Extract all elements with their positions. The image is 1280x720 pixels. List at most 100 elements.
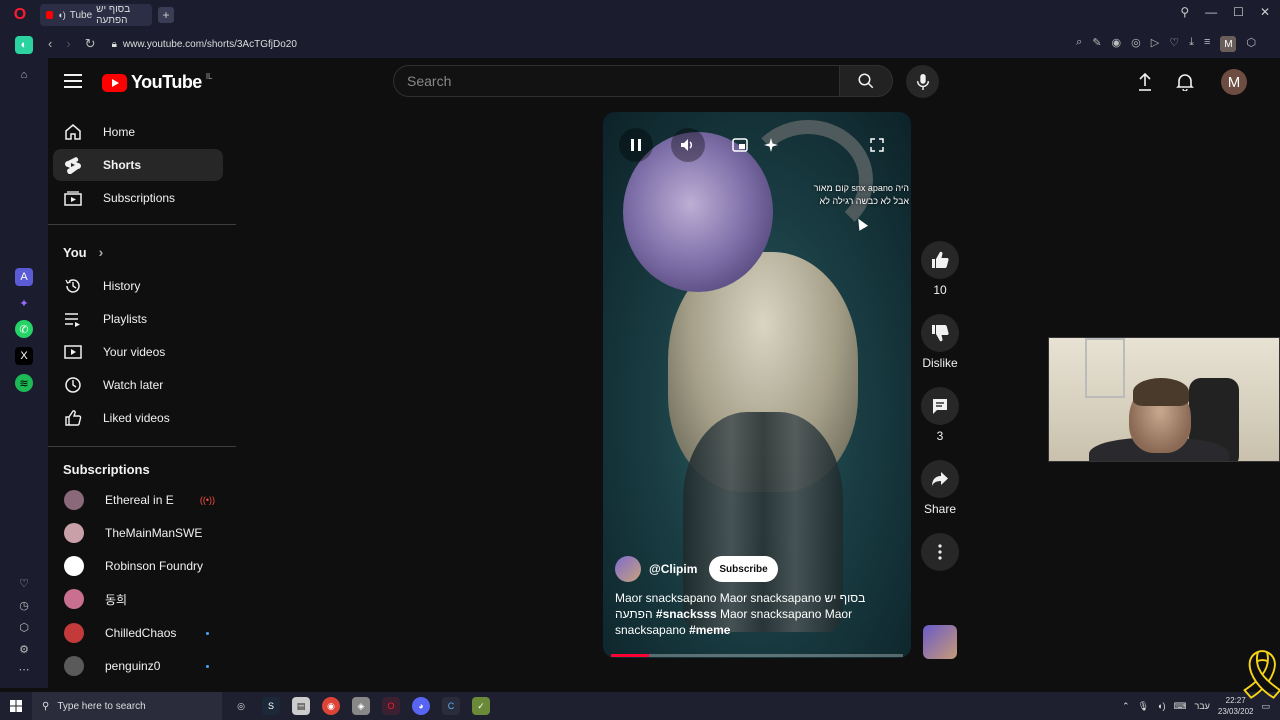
subscription-item[interactable]: Ethereal in E ((•)) — [53, 484, 223, 516]
guide-menu-icon[interactable] — [64, 72, 82, 90]
extensions-icon[interactable]: ⬡ — [1246, 36, 1256, 52]
search-tabs-icon[interactable]: ⚲ — [1180, 5, 1189, 19]
close-button[interactable]: ✕ — [1260, 5, 1270, 19]
share-button[interactable] — [921, 460, 959, 498]
discord-icon[interactable]: ◕ — [412, 697, 430, 715]
aria-ai-icon[interactable]: A — [15, 268, 33, 286]
chrome-icon[interactable]: ◉ — [322, 697, 340, 715]
maximize-button[interactable]: ☐ — [1233, 5, 1244, 19]
shorts-player[interactable]: היה snx apano קום מאור אבל לא כבשה רגילה… — [603, 112, 911, 658]
profile-avatar[interactable]: M — [1220, 36, 1237, 52]
new-tab-button[interactable]: + — [158, 7, 174, 23]
tab-audio-icon[interactable]: ◖) — [57, 10, 65, 20]
app-check-icon[interactable]: ✓ — [472, 697, 490, 715]
tray-chevron-icon[interactable]: ⌃ — [1122, 701, 1130, 712]
vpn-icon[interactable]: ◎ — [1131, 36, 1141, 52]
favorites-icon[interactable]: ♡ — [15, 574, 33, 592]
ai-sparkle-button[interactable] — [754, 128, 788, 162]
whatsapp-icon[interactable]: ✆ — [15, 320, 33, 338]
history-clock-icon[interactable]: ◷ — [15, 596, 33, 614]
spotify-icon[interactable]: ≋ — [15, 374, 33, 392]
guide-item-your-videos[interactable]: Your videos — [53, 336, 223, 368]
tray-volume-icon[interactable]: ◖) — [1157, 701, 1165, 711]
taskbar-search-input[interactable]: ⚲ Type here to search — [32, 692, 222, 720]
voice-search-button[interactable] — [906, 65, 939, 98]
extensions-cube-icon[interactable]: ⬡ — [15, 618, 33, 636]
steam-icon[interactable]: S — [262, 697, 280, 715]
tray-network-icon[interactable]: ⌨ — [1173, 701, 1186, 712]
url-text[interactable]: www.youtube.com/shorts/3AcTGfjDo20 — [123, 39, 297, 50]
pause-button[interactable] — [619, 128, 653, 162]
opera-taskbar-icon[interactable]: O — [382, 697, 400, 715]
notifications-bell-icon[interactable] — [1173, 70, 1197, 94]
windows-start-icon[interactable] — [0, 692, 32, 720]
subscription-item[interactable]: ChilledChaos — [53, 617, 223, 649]
guide-item-subscriptions[interactable]: Subscriptions — [53, 182, 223, 214]
subscription-item[interactable]: TheMainManSWE — [53, 517, 223, 549]
app-c-icon[interactable]: C — [442, 697, 460, 715]
miniplayer-button[interactable] — [723, 128, 757, 162]
volume-button[interactable] — [671, 128, 705, 162]
minimize-button[interactable]: — — [1205, 5, 1217, 19]
more-actions-button[interactable] — [921, 533, 959, 571]
dislike-button[interactable] — [921, 314, 959, 352]
app-icon[interactable]: ◈ — [352, 697, 370, 715]
search-button[interactable] — [839, 65, 893, 97]
play-icon[interactable]: ▷ — [1151, 36, 1159, 52]
upload-icon[interactable] — [1133, 70, 1157, 94]
sound-thumbnail[interactable] — [923, 625, 957, 659]
guide-item-playlists[interactable]: Playlists — [53, 303, 223, 335]
comment-icon — [933, 399, 947, 414]
fullscreen-button[interactable] — [860, 128, 894, 162]
reload-icon[interactable]: ↻ — [85, 36, 96, 52]
more-icon[interactable]: ⋯ — [15, 660, 33, 678]
tray-language[interactable]: עבר — [1194, 701, 1209, 711]
lens-icon[interactable]: ⌕ — [1076, 36, 1082, 52]
guide-divider — [48, 224, 236, 225]
notifications-icon[interactable]: ▭ — [1261, 701, 1270, 712]
channel-name[interactable]: @Clipim — [649, 562, 697, 576]
subscriptions-icon — [64, 189, 82, 207]
video-title[interactable]: Maor snacksapano Maor snacksapano בסוף י… — [615, 590, 905, 638]
progress-bar[interactable] — [611, 654, 903, 657]
task-view-icon[interactable]: ◎ — [232, 697, 250, 715]
guide-item-liked-videos[interactable]: Liked videos — [53, 402, 223, 434]
menu-icon[interactable]: ≡ — [1204, 36, 1210, 52]
aria-icon[interactable]: ◐ — [15, 36, 33, 54]
guide-item-watch-later[interactable]: Watch later — [53, 369, 223, 401]
clock-date: 23/03/202 — [1217, 707, 1254, 716]
subscribe-button[interactable]: Subscribe — [709, 556, 778, 582]
heart-icon[interactable]: ♡ — [1169, 36, 1179, 52]
guide-item-home[interactable]: Home — [53, 116, 223, 148]
url-field[interactable]: 🔒︎ www.youtube.com/shorts/3AcTGfjDo20 — [112, 39, 297, 50]
like-button[interactable] — [921, 241, 959, 279]
settings-gear-icon[interactable]: ⚙ — [15, 640, 33, 658]
camera-icon[interactable]: ◉ — [1112, 36, 1122, 52]
back-icon[interactable]: ‹ — [48, 36, 52, 52]
guide-item-history[interactable]: History — [53, 270, 223, 302]
comments-button[interactable] — [921, 387, 959, 425]
hashtag-link[interactable]: #meme — [689, 623, 730, 637]
you-section-link[interactable]: You › — [63, 244, 103, 260]
file-explorer-icon[interactable]: ▤ — [292, 697, 310, 715]
tray-mic-icon[interactable]: 🎙︎ — [1138, 701, 1149, 712]
subscription-item[interactable]: Robinson Foundry — [53, 550, 223, 582]
subscription-item[interactable]: 동희 — [53, 583, 223, 615]
search-input[interactable]: Search — [393, 65, 841, 97]
x-icon[interactable]: X — [15, 347, 33, 365]
hashtag-link[interactable]: #snacksss — [656, 607, 717, 621]
channel-avatar[interactable] — [615, 556, 641, 582]
subscription-item[interactable]: penguinz0 — [53, 650, 223, 682]
sparkle-icon — [764, 138, 778, 152]
speed-dial-icon[interactable]: ⌂ — [15, 66, 33, 84]
guide-label: History — [103, 279, 141, 293]
browser-tab[interactable]: ◖) Tube בסוף יש הפתעה — [40, 4, 152, 26]
guide-item-shorts[interactable]: Shorts — [53, 149, 223, 181]
forward-icon[interactable]: › — [66, 36, 70, 52]
account-avatar[interactable]: M — [1221, 69, 1247, 95]
edit-icon[interactable]: ✎ — [1092, 36, 1101, 52]
youtube-logo[interactable]: YouTube IL — [102, 72, 213, 93]
messenger-icon[interactable]: ✦ — [15, 294, 33, 312]
opera-logo-icon[interactable]: O — [0, 0, 40, 30]
download-icon[interactable]: ⤓ — [1189, 36, 1194, 52]
